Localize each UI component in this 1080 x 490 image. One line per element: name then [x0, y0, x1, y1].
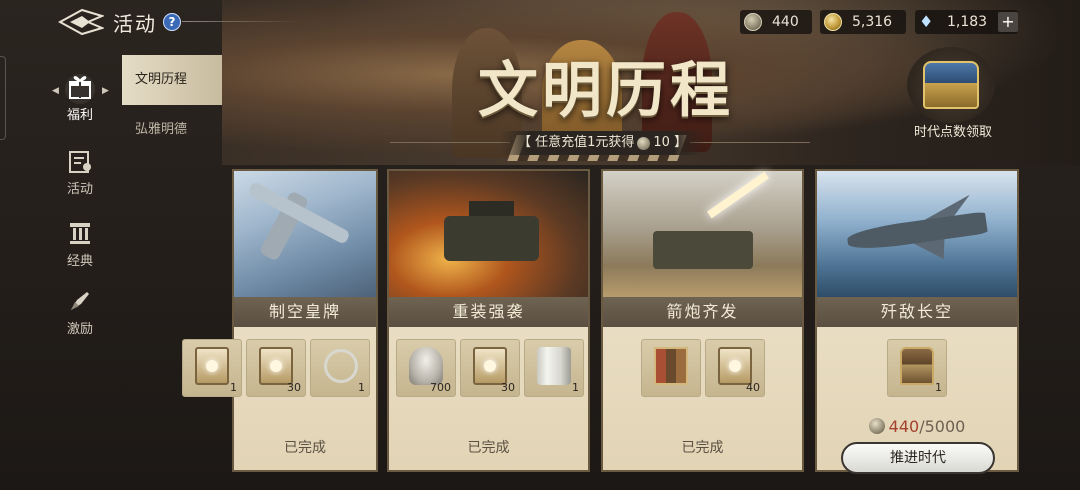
top-bar: 活动 ? 440 5,316 ♦ 1,183 + — [0, 0, 1080, 44]
card-pack-icon — [718, 347, 752, 385]
card-illustration-jet — [817, 171, 1017, 297]
sub-item-civilization-journey[interactable]: 文明历程 — [122, 55, 222, 105]
card-rewards: 700 30 1 已完成 — [389, 327, 588, 470]
card-rewards: 1 440/5000 推进时代 — [817, 327, 1017, 474]
bust-icon — [409, 347, 443, 385]
card-illustration-plane — [234, 171, 376, 297]
chevron-right-icon: ▶ — [102, 86, 109, 96]
nav-label: 福利 — [66, 108, 93, 123]
chevron-left-icon: ◀ — [52, 86, 59, 96]
add-diamond-button[interactable]: + — [998, 12, 1018, 32]
rocket-trail-illustration — [707, 171, 769, 219]
era-progress: 440/5000 — [817, 417, 1017, 436]
nav-item-incentive[interactable]: 激励 — [40, 288, 120, 348]
nav-label: 活动 — [66, 182, 93, 197]
portrait-cards-icon — [654, 347, 688, 385]
vehicle-illustration — [444, 216, 539, 261]
era-card-sky-destroyer: 歼敌长空 1 440/5000 推进时代 — [815, 169, 1019, 474]
reward-item[interactable]: 1 — [310, 339, 370, 397]
sub-menu: 文明历程 弘雅明德 — [122, 55, 222, 155]
advance-era-button[interactable]: 推进时代 — [841, 442, 995, 474]
scroll-icon — [537, 347, 571, 385]
era-points-claim-label[interactable]: 时代点数领取 — [895, 121, 1011, 140]
help-icon[interactable]: ? — [163, 13, 181, 31]
card-pack-icon — [473, 347, 507, 385]
reward-count: 1 — [572, 381, 579, 394]
subtitle-text: 【 任意充值1元获得 — [518, 135, 635, 150]
sub-item-hongya-mingde[interactable]: 弘雅明德 — [122, 105, 222, 155]
subtitle-text: 10 】 — [653, 135, 688, 150]
status-completed: 已完成 — [681, 440, 724, 456]
card-pack-icon — [259, 347, 293, 385]
partial-reward-icon — [195, 347, 229, 385]
ring-icon — [324, 349, 358, 383]
treasure-chest-icon — [923, 61, 979, 109]
nav-label: 激励 — [66, 322, 93, 337]
reward-count: 30 — [287, 381, 301, 394]
nav-item-classic[interactable]: 经典 — [40, 220, 120, 280]
rocket-icon — [65, 288, 95, 316]
activity-screen: 活动 ? 440 5,316 ♦ 1,183 + ◀ ▶ 福利 活动 经典 激励… — [0, 0, 1080, 490]
card-illustration-vehicle — [389, 171, 588, 297]
era-card-air-ace: 制空皇牌 1 30 1 已完成 — [182, 169, 378, 472]
nav-item-welfare[interactable]: ◀ ▶ 福利 — [40, 74, 120, 134]
decorative-line — [390, 142, 510, 143]
status-completed: 已完成 — [467, 440, 510, 456]
reward-item[interactable]: 700 — [396, 339, 456, 397]
nav-item-activity[interactable]: 活动 — [40, 148, 120, 208]
card-title: 制空皇牌 — [234, 297, 376, 327]
reward-item[interactable]: 1 — [887, 339, 947, 397]
calendar-icon — [65, 148, 95, 176]
era-points-chest-button[interactable] — [907, 47, 995, 123]
progress-current: 440 — [888, 417, 920, 436]
card-rewards: 1 30 1 已完成 — [182, 327, 376, 470]
jet-illustration — [846, 211, 988, 253]
card-title: 重装强袭 — [389, 297, 588, 327]
reward-count: 40 — [746, 381, 760, 394]
diamond-icon: ♦ — [919, 12, 934, 31]
back-button[interactable] — [57, 8, 105, 36]
silver-coin-icon — [744, 13, 762, 31]
card-rewards: 40 已完成 — [603, 327, 802, 470]
currency-gold: 5,316 — [820, 10, 906, 34]
reward-item[interactable]: 30 — [460, 339, 520, 397]
title-divider — [182, 21, 302, 22]
gold-coin-icon — [824, 13, 842, 31]
currency-silver: 440 — [740, 10, 812, 34]
reward-count: 700 — [430, 381, 451, 394]
gift-icon — [65, 74, 95, 102]
card-title: 歼敌长空 — [817, 297, 1017, 327]
reward-count: 1 — [358, 381, 365, 394]
era-card-heavy-assault: 重装强袭 700 30 1 已完成 — [387, 169, 590, 472]
currency-value: 440 — [772, 14, 799, 30]
pillar-icon — [65, 220, 95, 248]
banner-subtitle: 【 任意充值1元获得 10 】 — [500, 131, 706, 155]
reward-item[interactable]: 1 — [524, 339, 584, 397]
page-title: 活动 — [113, 12, 157, 36]
reward-count: 1 — [230, 381, 237, 394]
reward-count: 30 — [501, 381, 515, 394]
era-card-rocket-barrage: 箭炮齐发 40 已完成 — [601, 169, 804, 472]
chest-icon — [900, 347, 934, 385]
reward-item[interactable]: 30 — [246, 339, 306, 397]
banner-title: 文明历程 — [478, 56, 734, 126]
status-completed: 已完成 — [284, 440, 326, 456]
card-title: 箭炮齐发 — [603, 297, 802, 327]
silver-coin-icon — [637, 136, 651, 150]
reward-count: 1 — [935, 381, 942, 394]
progress-max: 5000 — [924, 417, 966, 436]
rocket-launcher-illustration — [653, 231, 753, 269]
side-drawer-handle[interactable] — [0, 56, 6, 140]
silver-coin-icon — [868, 418, 885, 434]
card-illustration-rocket — [603, 171, 802, 297]
reward-item[interactable]: 1 — [182, 339, 242, 397]
decorative-line — [690, 142, 810, 143]
plane-illustration — [247, 180, 351, 246]
back-arrow-icon — [57, 8, 105, 36]
currency-value: 1,183 — [947, 14, 988, 30]
nav-label: 经典 — [66, 254, 93, 269]
currency-value: 5,316 — [852, 14, 893, 30]
reward-item[interactable]: 40 — [705, 339, 765, 397]
reward-item[interactable] — [641, 339, 701, 397]
